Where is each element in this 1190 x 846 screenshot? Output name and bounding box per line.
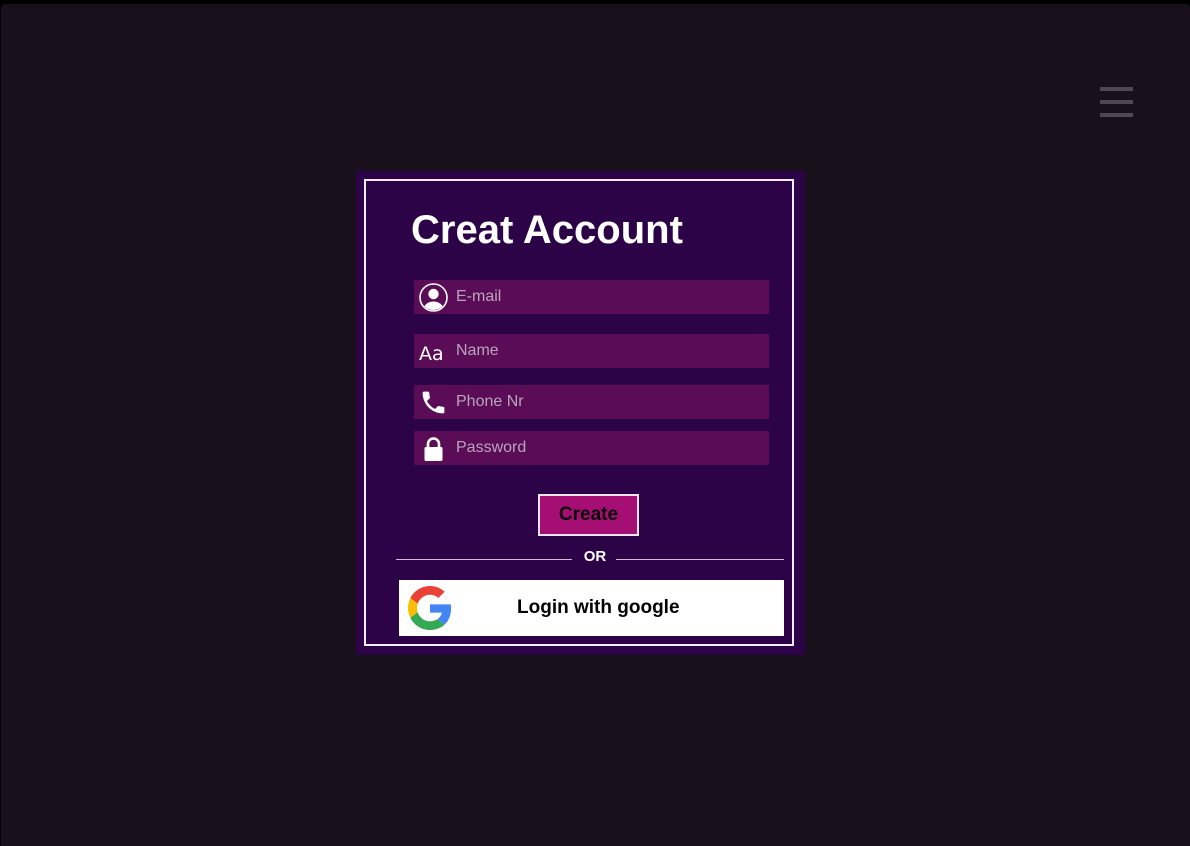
or-divider: OR <box>396 547 784 567</box>
password-input[interactable] <box>456 431 756 465</box>
create-account-card: Creat Account E-mail Aa Name Phone Nr Cr… <box>356 171 805 655</box>
or-label: OR <box>583 548 607 565</box>
card-border-frame: Creat Account E-mail Aa Name Phone Nr Cr… <box>364 179 794 646</box>
name-field: Aa <box>414 334 769 368</box>
menu-bar-bottom <box>1100 113 1133 117</box>
password-field <box>414 431 769 465</box>
hamburger-menu-icon[interactable] <box>1100 87 1135 119</box>
lock-icon <box>419 434 448 463</box>
google-login-label: Login with google <box>517 597 680 618</box>
divider-line-left <box>396 559 572 560</box>
email-input[interactable] <box>456 280 756 314</box>
phone-field <box>414 385 769 419</box>
divider-line-right <box>616 559 784 560</box>
google-login-button[interactable]: Login with google <box>399 580 784 636</box>
page-title: Creat Account <box>411 208 683 252</box>
app-screen: Creat Account E-mail Aa Name Phone Nr Cr… <box>1 4 1190 846</box>
svg-text:Aa: Aa <box>419 343 444 365</box>
user-circle-icon <box>419 283 448 312</box>
phone-icon <box>419 388 448 417</box>
text-font-icon: Aa <box>419 337 448 366</box>
name-input[interactable] <box>456 334 756 368</box>
create-button[interactable]: Create <box>538 494 639 536</box>
menu-bar-top <box>1100 87 1133 91</box>
menu-bar-middle <box>1100 100 1133 104</box>
email-field <box>414 280 769 314</box>
phone-input[interactable] <box>456 385 756 419</box>
google-logo-icon <box>408 586 452 630</box>
